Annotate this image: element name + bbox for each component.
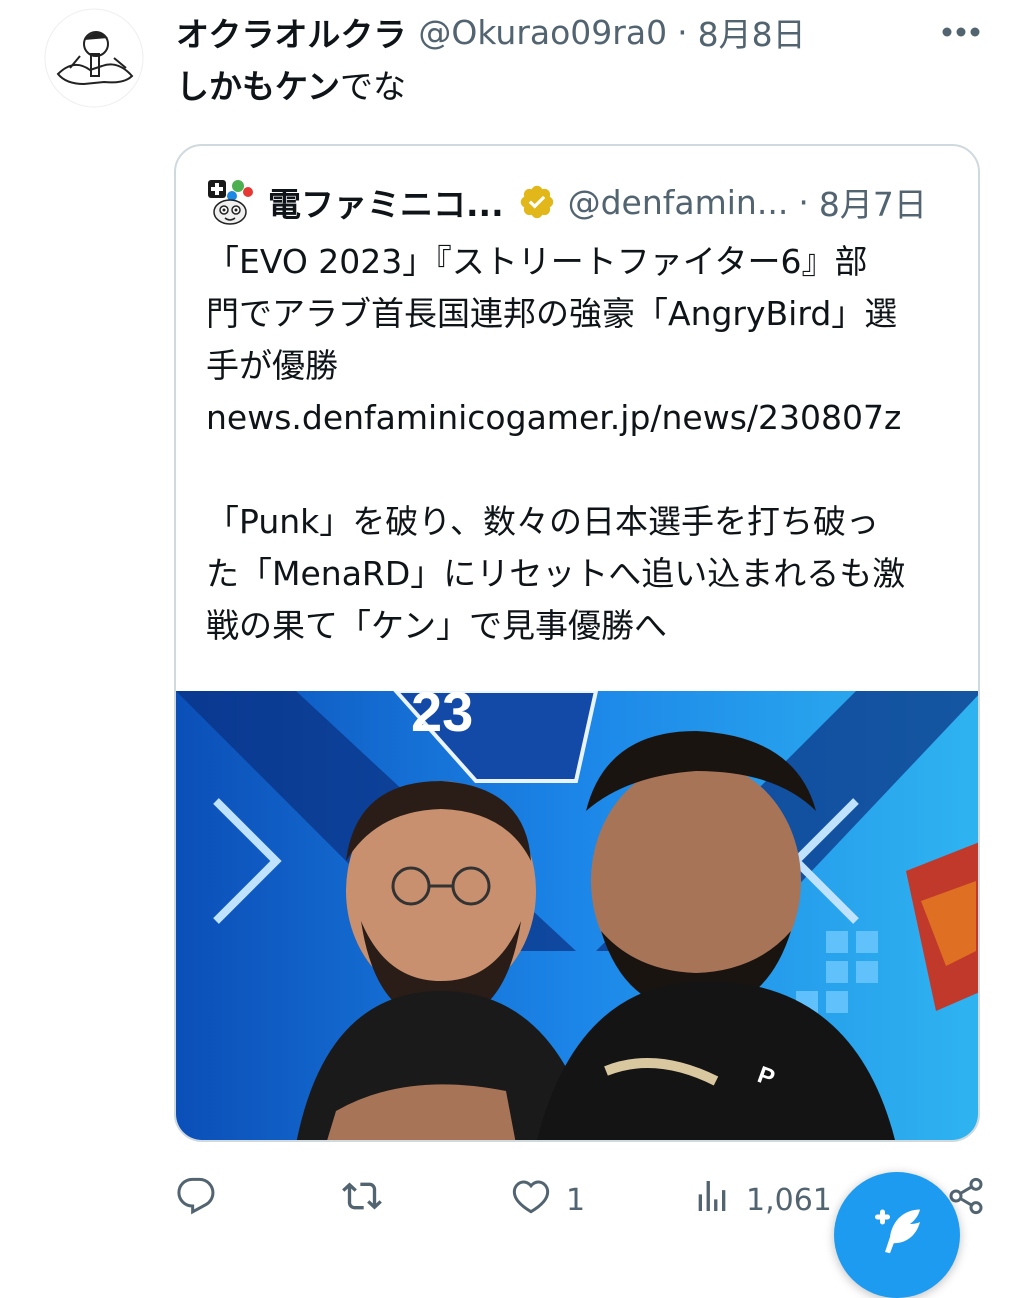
quoted-tweet-card[interactable]: 電ファミニコ... @denfamin... · 8月7日 「EVO 2023」… [174,144,980,1142]
tweet-date[interactable]: 8月8日 [698,8,806,56]
quoted-tweet-header: 電ファミニコ... @denfamin... · 8月7日 [204,176,964,228]
tweet-text-bold: しかもケン [176,67,341,106]
quoted-text-line: 門でアラブ首長国連邦の強豪「AngryBird」選 [206,294,898,333]
more-icon[interactable] [938,14,984,50]
quoted-link-text[interactable]: news.denfaminicogamer.jp/news/230807z [206,392,966,444]
tweet-header: オクラオルクラ @Okurao09ra0 · 8月8日 [176,8,976,56]
verified-badge-icon [518,183,556,221]
retweet-icon [340,1176,384,1224]
quoted-text-line: 手が優勝 [206,346,338,385]
compose-button[interactable] [834,1172,960,1298]
like-count: 1 [566,1182,586,1218]
quoted-tweet-text: 「EVO 2023」『ストリートファイター6』部 門でアラブ首長国連邦の強豪「A… [206,236,966,652]
quoted-separator-dot: · [798,182,809,222]
views-count: 1,061 [746,1182,832,1218]
reply-icon [176,1176,216,1224]
quoted-text-line: た「MenaRD」にリセットへ追い込まれるも激 [206,554,906,593]
quoted-text-line: 「Punk」を破り、数々の日本選手を打ち破っ [206,502,879,541]
quoted-text-line: 戦の果て「ケン」で見事優勝へ [206,606,668,645]
author-handle[interactable]: @Okurao09ra0 [418,13,667,52]
like-button[interactable]: 1 [510,1172,585,1228]
quoted-author-handle[interactable]: @denfamin... [568,183,789,222]
author-avatar[interactable] [44,8,144,108]
compose-icon [870,1202,930,1266]
quoted-text-line: 「EVO 2023」『ストリートファイター6』部 [206,242,868,281]
reply-button[interactable] [176,1172,230,1228]
views-button[interactable]: 1,061 [692,1172,832,1228]
quoted-author-name[interactable]: 電ファミニコ... [268,178,504,226]
quoted-tweet-photo[interactable]: 23 P [176,691,978,1140]
retweet-button[interactable] [340,1172,398,1228]
stage-banner-text: 23 [411,691,473,743]
tweet-text-rest: でな [340,67,407,106]
quoted-tweet-date[interactable]: 8月7日 [819,178,927,226]
views-icon [692,1176,732,1224]
tweet-text: しかもケンでな [176,62,406,112]
separator-dot: · [677,12,688,52]
heart-icon [510,1176,552,1224]
author-name[interactable]: オクラオルクラ [176,8,406,56]
quoted-author-avatar[interactable] [204,176,256,228]
